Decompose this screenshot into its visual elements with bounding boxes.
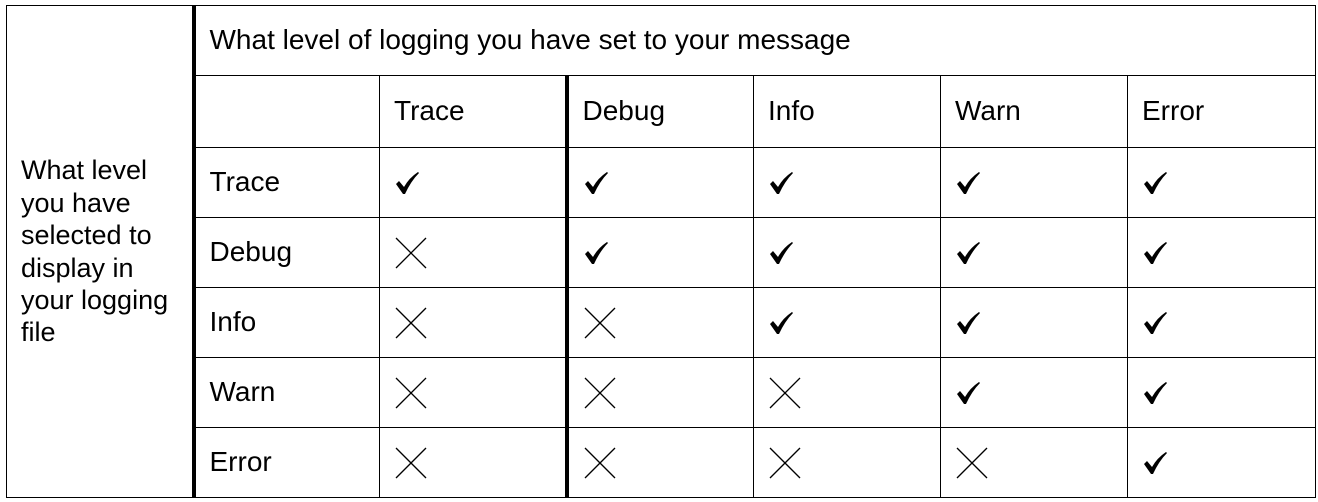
table-cell <box>753 217 941 288</box>
cross-icon <box>769 377 801 408</box>
check-icon <box>957 241 980 264</box>
row-header: Error <box>193 427 380 498</box>
cross-icon <box>584 447 615 478</box>
cross-icon <box>395 307 427 338</box>
table-cell <box>1126 147 1317 218</box>
check-icon <box>957 381 980 404</box>
table-row: Trace <box>7 147 1317 218</box>
table-cell <box>1126 357 1317 428</box>
table-cell <box>753 147 941 218</box>
column-header: Error <box>1126 75 1317 148</box>
table-row: Error <box>7 427 1317 498</box>
check-icon <box>584 171 608 194</box>
table-row: Debug <box>7 217 1317 288</box>
check-icon <box>957 171 980 194</box>
table-cell <box>564 287 754 358</box>
table-cell <box>379 357 567 428</box>
table-cell <box>379 217 567 288</box>
table-cell <box>564 427 754 498</box>
check-icon <box>1144 451 1167 474</box>
column-header: Warn <box>940 75 1128 148</box>
check-icon <box>1144 381 1167 404</box>
table-row: Info <box>7 287 1317 358</box>
cross-icon <box>395 377 427 408</box>
row-header: Trace <box>193 147 380 218</box>
table-cell <box>379 287 567 358</box>
logging-level-matrix-page: What level you have selected to display … <box>0 0 1318 502</box>
table-cell <box>1126 287 1317 358</box>
column-header: Debug <box>564 75 754 148</box>
cross-icon <box>584 307 615 338</box>
table-cell <box>940 427 1128 498</box>
table-cell <box>940 147 1128 218</box>
check-icon <box>1144 311 1167 334</box>
column-header: Info <box>753 75 941 148</box>
logging-level-table: What level you have selected to display … <box>6 5 1317 498</box>
table-cell <box>379 147 567 218</box>
cross-icon <box>395 447 427 478</box>
check-icon <box>957 311 980 334</box>
row-header: Warn <box>193 357 380 428</box>
table-cell <box>1126 217 1317 288</box>
table-cell <box>940 287 1128 358</box>
check-icon <box>396 171 419 194</box>
column-header-row: Trace Debug Info Warn Error <box>7 75 1317 148</box>
table-cell <box>379 427 567 498</box>
row-header: Info <box>193 287 380 358</box>
table-cell <box>753 287 941 358</box>
column-axis-label: What level of logging you have set to yo… <box>192 5 1317 76</box>
table-cell <box>940 357 1128 428</box>
table-cell <box>564 357 754 428</box>
check-icon <box>770 171 793 194</box>
column-header: Trace <box>379 75 567 148</box>
cross-icon <box>395 237 427 268</box>
cross-icon <box>956 447 988 478</box>
check-icon <box>1144 241 1167 264</box>
blank-header-cell <box>193 75 380 148</box>
row-header: Debug <box>193 217 380 288</box>
table-cell <box>1126 427 1317 498</box>
cross-icon <box>584 377 615 408</box>
table-cell <box>564 217 754 288</box>
check-icon <box>770 241 793 264</box>
check-icon <box>770 311 793 334</box>
check-icon <box>584 241 608 264</box>
table-row: Warn <box>7 357 1317 428</box>
table-cell <box>564 147 754 218</box>
table-cell <box>753 357 941 428</box>
cross-icon <box>769 447 801 478</box>
table-cell <box>940 217 1128 288</box>
check-icon <box>1144 171 1167 194</box>
row-axis-label: What level you have selected to display … <box>6 5 196 498</box>
table-cell <box>753 427 941 498</box>
